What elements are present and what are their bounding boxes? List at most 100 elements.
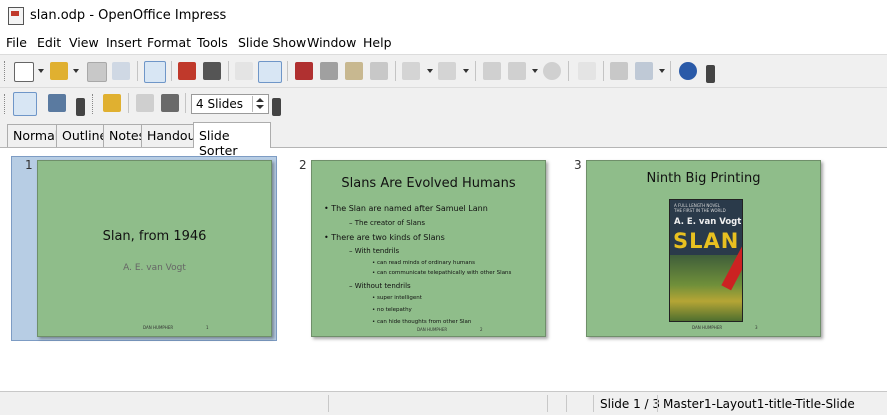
toolbar-separator	[670, 61, 671, 81]
tab-notes-label: Notes	[109, 128, 146, 143]
bullet-level-2: – Without tendrils	[349, 282, 411, 290]
tab-outline-label: Outline	[62, 128, 108, 143]
toolbar-separator	[171, 61, 172, 81]
table-dropdown-arrow[interactable]	[532, 69, 538, 73]
tab-normal[interactable]: Normal	[7, 124, 58, 147]
toolbar-separator	[395, 61, 396, 81]
slide-thumbnail[interactable]: Slans Are Evolved Humans • The Slan are …	[311, 160, 546, 337]
toolbar-grip[interactable]	[4, 61, 8, 81]
tab-slide-sorter[interactable]: Slide Sorter	[193, 122, 271, 158]
bullet-level-2: – With tendrils	[349, 247, 400, 255]
paste-icon[interactable]	[345, 62, 363, 80]
bullet-level-3: • can hide thoughts from other Slan	[372, 319, 472, 325]
autospellcheck-icon[interactable]	[258, 61, 282, 83]
save-icon[interactable]	[87, 62, 107, 82]
slides-per-row-value: 4 Slides	[196, 97, 243, 111]
slide-page-number: 2	[480, 327, 483, 332]
status-divider	[328, 395, 329, 412]
toolbar-separator	[128, 93, 129, 113]
slide-number: 3	[574, 158, 582, 172]
hide-slide-icon[interactable]	[136, 94, 154, 112]
status-divider	[593, 395, 594, 412]
navigator-icon[interactable]	[610, 62, 628, 80]
slide-thumbnail[interactable]: Slan, from 1946 A. E. van Vogt DAN HUMPH…	[37, 160, 272, 337]
slide-title: Ninth Big Printing	[646, 171, 761, 186]
export-pdf-icon[interactable]	[178, 62, 196, 80]
toolbar-overflow-icon[interactable]	[272, 98, 281, 116]
slide-transition-icon[interactable]	[103, 94, 121, 112]
tab-slide-sorter-label: Slide Sorter	[199, 128, 238, 158]
toolbar-overflow-icon[interactable]	[76, 98, 85, 116]
window-title: slan.odp - OpenOffice Impress	[30, 8, 227, 23]
edit-file-icon[interactable]	[144, 61, 166, 83]
zoom-dropdown-arrow[interactable]	[659, 69, 665, 73]
chart-icon[interactable]	[483, 62, 501, 80]
menu-file[interactable]: File	[6, 35, 27, 50]
slide-number: 1	[25, 158, 33, 172]
slide-sorter-area: 1 Slan, from 1946 A. E. van Vogt DAN HUM…	[0, 148, 887, 391]
slide-show-icon[interactable]	[48, 94, 66, 112]
toolbar-grip[interactable]	[92, 94, 96, 114]
menu-edit[interactable]: Edit	[37, 35, 61, 50]
new-document-icon[interactable]	[14, 62, 34, 82]
menu-slide-show[interactable]: Slide Show	[238, 35, 306, 50]
status-layout[interactable]: Master1-Layout1-title-Title-Slide	[663, 397, 855, 411]
slide-footer: DAN HUMPHER	[143, 325, 174, 330]
help-icon[interactable]	[679, 62, 697, 80]
menu-window[interactable]: Window	[307, 35, 356, 50]
slide-thumbnail[interactable]: Ninth Big Printing A FULL LENGTH NOVEL TH…	[586, 160, 821, 337]
slide-subtitle: A. E. van Vogt	[123, 263, 186, 273]
toolbar-grip[interactable]	[4, 94, 8, 114]
open-dropdown-arrow[interactable]	[73, 69, 79, 73]
menu-tools[interactable]: Tools	[197, 35, 228, 50]
copy-icon[interactable]	[320, 62, 338, 80]
bullet-level-3: • super intelligent	[372, 295, 422, 301]
tab-handout[interactable]: Handout	[141, 124, 200, 147]
email-icon[interactable]	[112, 62, 130, 80]
menu-help[interactable]: Help	[363, 35, 392, 50]
bullet-level-1: • The Slan are named after Samuel Lann	[324, 204, 488, 213]
cut-icon[interactable]	[295, 62, 313, 80]
toolbar-separator	[137, 61, 138, 81]
toolbar-separator	[475, 61, 476, 81]
redo-dropdown-arrow[interactable]	[463, 69, 469, 73]
tab-notes[interactable]: Notes	[103, 124, 146, 147]
cover-tagline: A FULL LENGTH NOVEL THE FIRST IN THE WORL…	[674, 203, 726, 213]
status-bar: Slide 1 / 3 Master1-Layout1-title-Title-…	[0, 391, 887, 415]
hyperlink-icon[interactable]	[543, 62, 561, 80]
bullet-level-3: • can communicate telepathically with ot…	[372, 270, 512, 276]
redo-icon[interactable]	[438, 62, 456, 80]
book-cover-image: A FULL LENGTH NOVEL THE FIRST IN THE WORL…	[669, 199, 743, 322]
menu-format[interactable]: Format	[147, 35, 191, 50]
show-slide-icon[interactable]	[161, 94, 179, 112]
open-folder-icon[interactable]	[50, 62, 68, 80]
zoom-icon[interactable]	[635, 62, 653, 80]
bullet-level-1: • There are two kinds of Slans	[324, 233, 445, 242]
bullet-level-3: • can read minds of ordinary humans	[372, 260, 476, 266]
toolbar-separator	[603, 61, 604, 81]
toolbar-separator	[568, 61, 569, 81]
toolbar-overflow-icon[interactable]	[706, 65, 715, 83]
table-icon[interactable]	[508, 62, 526, 80]
undo-dropdown-arrow[interactable]	[427, 69, 433, 73]
status-divider	[566, 395, 567, 412]
grid-icon[interactable]	[578, 62, 596, 80]
toolbar-separator	[185, 93, 186, 113]
spellcheck-icon[interactable]	[235, 62, 253, 80]
tab-normal-label: Normal	[13, 128, 59, 143]
slides-per-row-field[interactable]: 4 Slides	[191, 94, 269, 114]
print-icon[interactable]	[203, 62, 221, 80]
slide-title: Slans Are Evolved Humans	[341, 176, 516, 191]
slide-page-number: 3	[755, 325, 758, 330]
undo-icon[interactable]	[402, 62, 420, 80]
slides-per-row-spinner[interactable]	[252, 96, 267, 112]
clone-formatting-icon[interactable]	[370, 62, 388, 80]
status-divider	[547, 395, 548, 412]
tab-outline[interactable]: Outline	[56, 124, 108, 147]
menu-view[interactable]: View	[69, 35, 99, 50]
new-dropdown-arrow[interactable]	[38, 69, 44, 73]
menu-insert[interactable]: Insert	[106, 35, 142, 50]
select-pointer-icon[interactable]	[13, 92, 37, 116]
slide-sorter-toolbar: 4 Slides	[0, 87, 887, 120]
slide-footer: DAN HUMPHER	[417, 327, 448, 332]
